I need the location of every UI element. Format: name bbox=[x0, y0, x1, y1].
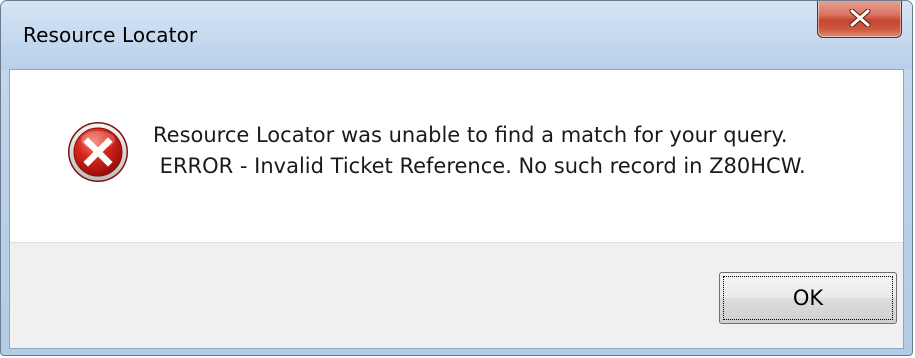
dialog-body: Resource Locator was unable to find a ma… bbox=[9, 69, 904, 349]
window-title: Resource Locator bbox=[23, 23, 198, 47]
close-button[interactable] bbox=[817, 1, 902, 38]
ok-button-label: OK bbox=[723, 276, 893, 320]
button-bar: OK bbox=[10, 242, 903, 348]
error-icon bbox=[68, 122, 128, 182]
error-message: Resource Locator was unable to find a ma… bbox=[153, 120, 806, 182]
message-area: Resource Locator was unable to find a ma… bbox=[10, 70, 903, 242]
message-line-2: ERROR - Invalid Ticket Reference. No suc… bbox=[153, 154, 806, 178]
dialog-window: Resource Locator Resource Locator was un… bbox=[0, 0, 913, 356]
close-x-icon bbox=[849, 9, 871, 27]
message-line-1: Resource Locator was unable to find a ma… bbox=[153, 123, 788, 147]
title-bar[interactable]: Resource Locator bbox=[1, 1, 912, 69]
ok-button[interactable]: OK bbox=[719, 272, 897, 324]
